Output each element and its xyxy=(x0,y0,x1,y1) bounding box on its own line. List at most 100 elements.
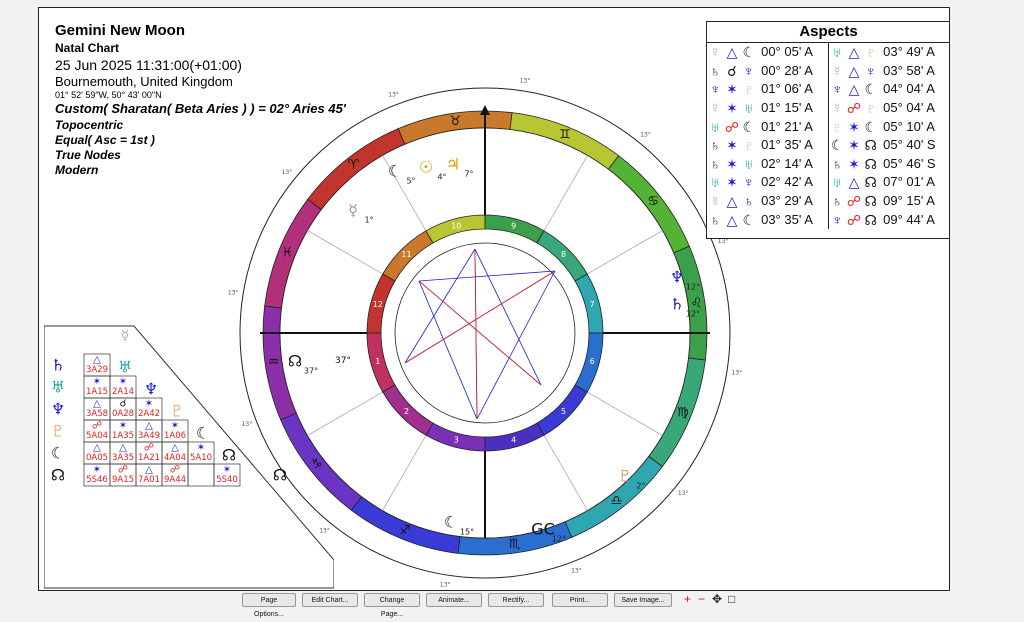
planet-glyph-icon: ♄ xyxy=(827,154,846,174)
setting-topocentric: Topocentric xyxy=(55,118,124,132)
chart-title: Gemini New Moon xyxy=(55,22,186,39)
planet-glyph-icon: ☾ xyxy=(864,81,878,98)
aspect-orb: 04° 04' A xyxy=(883,81,935,97)
aspect-glyph-icon: ✶ xyxy=(726,155,738,172)
grid-planet-icon: ♅ xyxy=(51,378,65,397)
aspect-glyph-icon: △ xyxy=(726,211,738,228)
aspect-row: ☿ △ ☾ 00° 05' A ♅ △ ♇ 03° 49' A xyxy=(707,43,949,62)
planet-glyph-icon: ☿ xyxy=(710,100,721,117)
chart-coordinates: 01° 52' 59"W, 50° 43' 00"N xyxy=(55,90,162,100)
chart-panel: Gemini New Moon Natal Chart 25 Jun 2025 … xyxy=(38,7,950,591)
aspect-glyph-icon: △ xyxy=(726,193,738,210)
zoom-out-icon[interactable]: − xyxy=(698,592,705,606)
aspect-grid: ☿♄ △3A29 ♅♅ ✶1A15✶2A14 ♆♆ △3A58☌0A28✶2A42 ♇♇ ☍5… xyxy=(44,325,334,589)
planet-glyph-icon: ♅ xyxy=(743,100,754,117)
zodiac-sign-icon: ♉ xyxy=(449,114,461,129)
planet-glyph-icon: ♅ xyxy=(827,43,846,62)
house-number: 11 xyxy=(401,250,411,259)
aspect-glyph-icon: ☍ xyxy=(170,465,180,476)
aspect-glyph-icon: ✶ xyxy=(726,100,738,117)
aspect-glyph-icon: ✶ xyxy=(93,377,101,388)
mercury-icon: ☿ xyxy=(121,328,130,344)
grid-planet-icon: ♇ xyxy=(51,422,65,441)
house-number: 6 xyxy=(590,357,595,366)
print-button[interactable]: Print... xyxy=(552,593,608,607)
chart-location: Bournemouth, United Kingdom xyxy=(55,74,233,89)
degree-marker: 13° xyxy=(640,131,651,138)
aspect-glyph-icon: ✶ xyxy=(223,465,231,476)
aspect-glyph-icon: △ xyxy=(848,44,860,61)
grid-orb: 3A35 xyxy=(112,453,134,463)
rectify-button[interactable]: Rectify... xyxy=(488,593,544,607)
aspect-row: ♅ ✶ ♆ 02° 42' A ♅ △ ☊ 07° 01' A xyxy=(707,173,949,192)
aspect-glyph-icon: ☍ xyxy=(724,118,740,135)
planet-icon: ♇ xyxy=(618,467,632,486)
aspect-glyph-icon: ✶ xyxy=(726,137,738,154)
aspect-orb: 09° 44' A xyxy=(883,211,935,227)
grid-orb: 4A04 xyxy=(164,453,186,463)
grid-orb: 5A10 xyxy=(190,453,212,463)
planet-icon: ☉ xyxy=(419,158,433,177)
zodiac-sign-icon: ♈ xyxy=(348,157,360,172)
zodiac-sign-icon: ♓ xyxy=(281,246,293,261)
grid-orb: 1A06 xyxy=(164,431,186,441)
planet-glyph-icon: ♅ xyxy=(743,155,754,172)
aspect-orb: 03° 29' A xyxy=(761,193,813,209)
planet-glyph-icon: ♇ xyxy=(743,137,754,154)
grid-orb: 3A29 xyxy=(86,365,108,375)
change-page-button[interactable]: Change Page... xyxy=(364,593,420,618)
grid-orb: 3A58 xyxy=(86,409,108,419)
planet-glyph-icon: ♄ xyxy=(710,137,721,154)
save-image-button[interactable]: Save Image... xyxy=(614,593,672,607)
house-number: 10 xyxy=(451,221,461,230)
aspect-orb: 01° 15' A xyxy=(761,100,813,116)
zodiac-sign-icon: ♊ xyxy=(559,128,571,143)
aspect-glyph-icon: ✶ xyxy=(848,118,860,135)
node-icon: ☊ xyxy=(273,466,287,485)
zoom-in-icon[interactable]: + xyxy=(684,592,691,606)
degree-marker: 13° xyxy=(520,78,531,85)
chart-datetime: 25 Jun 2025 11:31:00(+01:00) xyxy=(55,57,242,73)
house-number: 1 xyxy=(375,357,380,366)
setting-house-system: Equal( Asc = 1st ) xyxy=(55,133,155,147)
planet-glyph-icon: ☿ xyxy=(710,44,721,61)
aspect-glyph-icon: ☍ xyxy=(144,443,154,454)
page-options-button[interactable]: Page Options... xyxy=(242,593,296,618)
aspect-glyph-icon: △ xyxy=(726,44,738,61)
grid-orb: 7A01 xyxy=(138,475,160,485)
planet-degree: 1° xyxy=(364,216,373,225)
house-number: 2 xyxy=(404,407,409,416)
planet-glyph-icon: ☾ xyxy=(742,118,756,135)
house-number: 12 xyxy=(373,300,383,309)
edit-chart-button[interactable]: Edit Chart... xyxy=(302,593,358,607)
planet-glyph-icon: ☊ xyxy=(864,155,877,172)
planet-glyph-icon: ☊ xyxy=(864,174,877,191)
grid-orb: 5A04 xyxy=(86,431,108,441)
planet-degree: 7° xyxy=(464,170,473,179)
planet-glyph-icon: ♇ xyxy=(865,44,877,61)
degree-marker: 13° xyxy=(571,568,582,575)
grid-orb: 1A15 xyxy=(86,387,108,397)
house-number: 3 xyxy=(454,436,459,445)
planet-glyph-icon: ♆ xyxy=(865,62,877,79)
planet-glyph-icon: ♄ xyxy=(710,155,721,172)
zodiac-sign-icon: ♋ xyxy=(647,194,659,209)
planet-degree: 12° xyxy=(686,283,700,292)
animate-button[interactable]: Animate... xyxy=(426,593,482,607)
grid-planet-icon: ☾ xyxy=(51,444,65,463)
planet-icon: ☾ xyxy=(444,513,458,532)
planet-glyph-icon: ☿ xyxy=(827,98,846,118)
fit-window-icon[interactable]: □ xyxy=(728,592,735,606)
aspect-glyph-icon: ☍ xyxy=(92,421,102,432)
aspect-orb: 01° 21' A xyxy=(761,118,813,134)
house-number: 7 xyxy=(590,300,595,309)
aspect-glyph-icon: ☍ xyxy=(846,211,862,228)
planet-glyph-icon: ♄ xyxy=(710,62,721,79)
aspect-orb: 05° 10' A xyxy=(883,118,935,134)
zodiac-sign-icon: ♏ xyxy=(509,537,521,552)
aspect-row: ♆ ✶ ♇ 01° 06' A ♆ △ ☾ 04° 04' A xyxy=(707,80,949,99)
zodiac-sign-icon: ♐ xyxy=(399,523,411,538)
planet-glyph-icon: ♆ xyxy=(743,174,754,191)
pan-icon[interactable]: ✥ xyxy=(712,592,722,606)
planet-icon: ♄ xyxy=(670,295,684,314)
